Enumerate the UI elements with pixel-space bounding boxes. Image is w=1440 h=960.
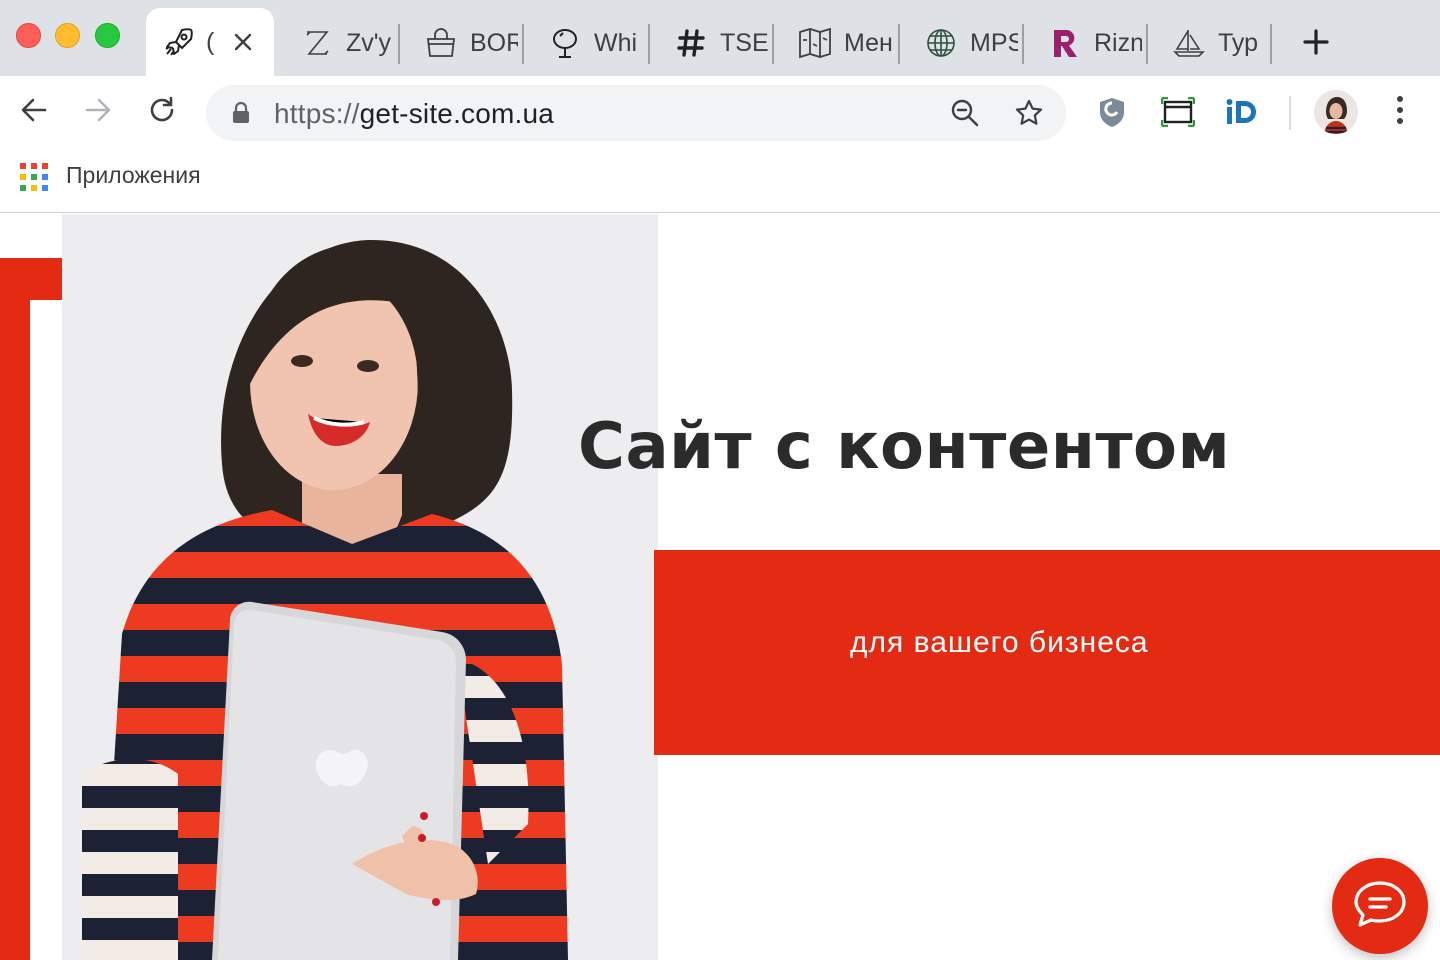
tab-strip: ( Zv'y BOR Whi TSE Мен MPS Rizn Тур: [0, 0, 1440, 76]
r-logo-icon: [1048, 26, 1082, 60]
tab-zvy[interactable]: Zv'y: [284, 10, 394, 76]
tab-active[interactable]: (: [146, 8, 274, 76]
forward-button[interactable]: [78, 92, 118, 132]
tab-label: Zv'y: [346, 28, 392, 57]
tab-label: TSE: [720, 28, 768, 57]
web-page: Сайт с контентом для вашего бизнеса: [0, 214, 1440, 960]
tab-divider: [1022, 24, 1024, 64]
decorative-frame-gap: [30, 300, 62, 960]
shield-extension-icon[interactable]: [1092, 92, 1132, 132]
close-window-button[interactable]: [16, 23, 41, 48]
zoom-icon[interactable]: [946, 94, 984, 132]
more-vertical-icon: [1395, 95, 1405, 130]
tab-mps[interactable]: MPS: [908, 10, 1018, 76]
tab-tse[interactable]: TSE: [658, 10, 768, 76]
tab-divider: [522, 24, 524, 64]
tab-label: Whi: [594, 28, 638, 57]
arrow-right-icon: [83, 95, 113, 130]
plus-icon: [1303, 28, 1329, 60]
map-icon: [798, 26, 832, 60]
tab-men[interactable]: Мен: [782, 10, 892, 76]
reload-icon: [147, 95, 177, 130]
shopping-bag-icon: [424, 26, 458, 60]
url-host: get-site.com.ua: [359, 98, 555, 129]
apps-bookmark-label[interactable]: Приложения: [66, 162, 201, 189]
rocket-icon: [162, 25, 196, 59]
tab-whi[interactable]: Whi: [532, 10, 642, 76]
hash-icon: [674, 26, 708, 60]
tab-rizn[interactable]: Rizn: [1032, 10, 1142, 76]
tab-divider: [898, 24, 900, 64]
bookmarks-bar: Приложения: [0, 150, 1440, 213]
new-tab-button[interactable]: [1296, 24, 1336, 64]
maximize-window-button[interactable]: [95, 23, 120, 48]
chat-bubble-icon: [1352, 879, 1408, 934]
url-scheme: https://: [274, 98, 360, 129]
hero-photo: [62, 214, 658, 960]
tab-divider: [1270, 24, 1272, 64]
tab-label: Rizn: [1094, 28, 1142, 57]
minimize-window-button[interactable]: [55, 23, 80, 48]
tab-label: Тур: [1218, 28, 1258, 57]
tab-label: Мен: [844, 28, 892, 57]
tab-label: (: [206, 27, 215, 56]
tab-label: BOR: [470, 28, 518, 57]
reload-button[interactable]: [142, 92, 182, 132]
z-letter-icon: [300, 26, 334, 60]
chat-button[interactable]: [1332, 858, 1428, 954]
bookmark-star-icon[interactable]: [1010, 94, 1048, 132]
id-extension-icon[interactable]: [1222, 92, 1262, 132]
browser-menu-button[interactable]: [1380, 92, 1420, 132]
hero-headline: Сайт с контентом: [578, 410, 1231, 484]
toolbar-divider: [1289, 96, 1291, 130]
screen-capture-icon[interactable]: [1158, 92, 1198, 132]
globe-icon: [924, 26, 958, 60]
url-text[interactable]: https://get-site.com.ua: [274, 98, 554, 130]
browser-toolbar: https://get-site.com.ua: [0, 76, 1440, 150]
tab-label: MPS: [970, 28, 1018, 57]
tab-divider: [772, 24, 774, 64]
profile-avatar[interactable]: [1314, 90, 1358, 134]
lock-icon: [230, 101, 252, 125]
sailboat-icon: [1172, 26, 1206, 60]
mirror-icon: [548, 26, 582, 60]
tab-bor[interactable]: BOR: [408, 10, 518, 76]
hero-subline: для вашего бизнеса: [850, 626, 1149, 659]
tab-tur[interactable]: Тур: [1156, 10, 1266, 76]
tab-divider: [648, 24, 650, 64]
apps-grid-icon[interactable]: [20, 163, 48, 191]
tab-divider: [1146, 24, 1148, 64]
back-button[interactable]: [14, 92, 54, 132]
hero-red-block: для вашего бизнеса: [654, 550, 1440, 755]
arrow-left-icon: [19, 95, 49, 130]
address-bar[interactable]: https://get-site.com.ua: [206, 85, 1066, 141]
tab-divider: [398, 24, 400, 64]
close-tab-icon[interactable]: [228, 27, 258, 57]
